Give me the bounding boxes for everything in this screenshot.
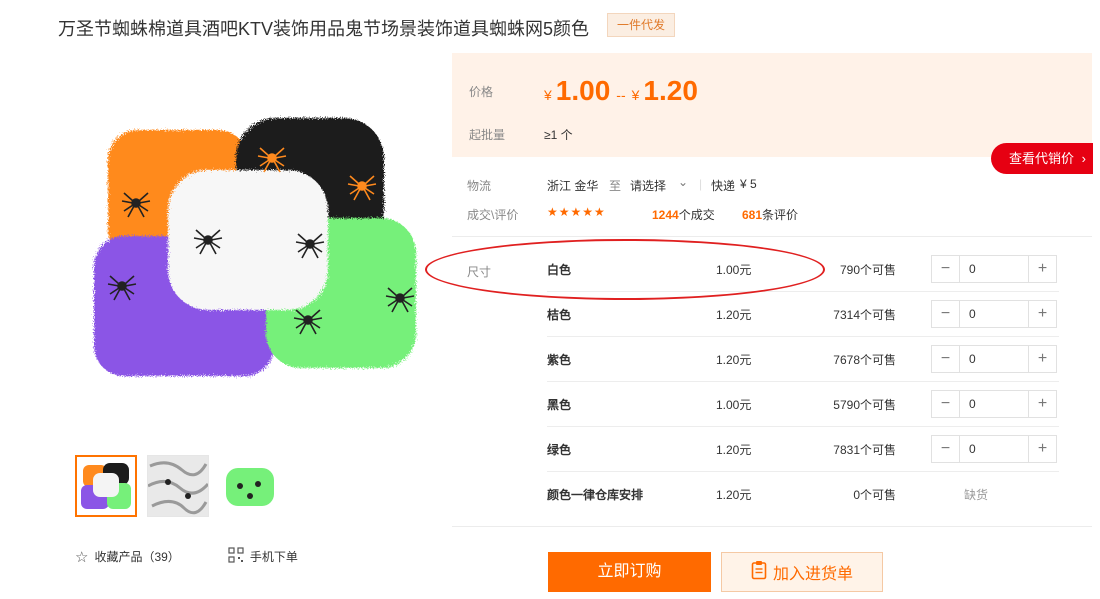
quantity-stepper: − 0 + — [931, 390, 1057, 418]
sku-stock: 7678个可售 — [833, 353, 896, 367]
sku-row: 绿色 1.20元 7831个可售 − 0 + — [547, 427, 1059, 472]
clipboard-icon — [751, 560, 767, 585]
express-fee: ¥ 5 — [740, 177, 757, 191]
quantity-input[interactable]: 0 — [959, 436, 1029, 462]
rating-stars: ★★★★★ — [547, 205, 606, 219]
agent-price-button[interactable]: 查看代销价 › — [991, 143, 1093, 174]
mobile-order-link[interactable]: 手机下单 — [228, 547, 298, 566]
sku-price: 1.20元 — [716, 353, 752, 367]
size-label: 尺寸 — [467, 265, 492, 279]
sku-price: 1.20元 — [716, 488, 752, 502]
sku-price: 1.20元 — [716, 443, 752, 457]
plus-button[interactable]: + — [1029, 301, 1056, 327]
chevron-down-icon[interactable]: ⌄ — [678, 175, 688, 189]
divider-line — [452, 236, 1092, 237]
minus-button[interactable]: − — [932, 256, 959, 282]
sku-name: 颜色一律仓库安排 — [547, 488, 644, 502]
add-to-cart-button[interactable]: 加入进货单 — [721, 552, 883, 592]
price-range: ¥ 1.00 -- ¥ 1.20 — [544, 75, 698, 107]
currency-symbol: ¥ — [544, 87, 552, 103]
sku-stock: 790个可售 — [839, 263, 896, 277]
sku-name: 桔色 — [547, 308, 572, 322]
sku-row: 黑色 1.00元 5790个可售 − 0 + — [547, 382, 1059, 427]
sku-price: 1.00元 — [716, 398, 752, 412]
price-label: 价格 — [469, 85, 494, 99]
sold-suffix: 个成交 — [678, 208, 715, 222]
sku-price: 1.00元 — [716, 263, 752, 277]
currency-symbol-2: ¥ — [631, 87, 640, 103]
quantity-stepper: − 0 + — [931, 345, 1057, 373]
qr-code-icon — [228, 547, 244, 566]
favorite-link[interactable]: ☆ 收藏产品（39） — [75, 548, 180, 566]
minus-button[interactable]: − — [932, 391, 959, 417]
minus-button[interactable]: − — [932, 301, 959, 327]
agent-price-label: 查看代销价 — [1009, 151, 1075, 166]
main-product-image[interactable] — [88, 108, 432, 388]
quantity-stepper: − 0 + — [931, 435, 1057, 463]
ship-to-word: 至 — [609, 179, 622, 193]
divider-line — [452, 526, 1092, 527]
sku-name: 紫色 — [547, 353, 572, 367]
quantity-stepper: − 0 + — [931, 255, 1057, 283]
review-stat[interactable]: 681条评价 — [742, 206, 798, 223]
mobile-order-label: 手机下单 — [249, 550, 298, 564]
sku-row: 颜色一律仓库安排 1.20元 0个可售 缺货 — [547, 472, 1059, 517]
quantity-input[interactable]: 0 — [959, 346, 1029, 372]
minus-button[interactable]: − — [932, 436, 959, 462]
sku-row: 紫色 1.20元 7678个可售 − 0 + — [547, 337, 1059, 382]
sku-row: 桔色 1.20元 7314个可售 − 0 + — [547, 292, 1059, 337]
sku-stock: 7831个可售 — [833, 443, 896, 457]
plus-button[interactable]: + — [1029, 346, 1056, 372]
sku-price: 1.20元 — [716, 308, 752, 322]
sku-name: 黑色 — [547, 398, 572, 412]
price-high: 1.20 — [643, 75, 698, 106]
plus-button[interactable]: + — [1029, 391, 1056, 417]
dropship-badge[interactable]: 一件代发 — [607, 13, 675, 37]
order-now-button[interactable]: 立即订购 — [548, 552, 711, 592]
thumbnail-1[interactable] — [75, 455, 137, 517]
plus-button[interactable]: + — [1029, 436, 1056, 462]
minus-button[interactable]: − — [932, 346, 959, 372]
thumbnail-3[interactable] — [219, 455, 281, 517]
out-of-stock-label: 缺货 — [964, 488, 989, 502]
sku-stock: 5790个可售 — [833, 398, 896, 412]
quantity-stepper: − 0 + — [931, 300, 1057, 328]
price-low: 1.00 — [555, 75, 611, 106]
review-suffix: 条评价 — [762, 208, 799, 222]
price-separator: -- — [616, 87, 626, 103]
ship-from: 浙江 金华 — [547, 179, 599, 193]
quantity-input[interactable]: 0 — [959, 301, 1029, 327]
sku-row: 白色 1.00元 790个可售 − 0 + — [547, 247, 1059, 292]
moq-label: 起批量 — [469, 128, 506, 142]
sku-name: 白色 — [547, 263, 572, 277]
sku-stock: 0个可售 — [853, 488, 896, 502]
thumbnail-2[interactable] — [147, 455, 209, 517]
sold-stat[interactable]: 1244个成交 — [652, 206, 715, 223]
plus-button[interactable]: + — [1029, 256, 1056, 282]
product-tools: ☆ 收藏产品（39） 手机下单 — [75, 547, 346, 566]
divider: | — [699, 177, 703, 191]
moq-value: ≥1 个 — [544, 128, 573, 142]
star-outline-icon: ☆ — [75, 548, 89, 566]
favorite-label: 收藏产品（39） — [94, 550, 180, 564]
logistics-label: 物流 — [467, 179, 492, 193]
sku-name: 绿色 — [547, 443, 572, 457]
chevron-right-icon: › — [1081, 151, 1086, 166]
add-to-cart-label: 加入进货单 — [772, 566, 853, 583]
quantity-input[interactable]: 0 — [959, 256, 1029, 282]
review-count: 681 — [742, 208, 763, 222]
destination-select[interactable]: 请选择 — [630, 177, 666, 194]
quantity-input[interactable]: 0 — [959, 391, 1029, 417]
sold-count: 1244 — [652, 208, 679, 222]
product-title: 万圣节蜘蛛棉道具酒吧KTV装饰用品鬼节场景装饰道具蜘蛛网5颜色 — [58, 19, 590, 39]
thumbnail-strip — [75, 455, 281, 517]
sku-stock: 7314个可售 — [833, 308, 896, 322]
price-panel: 价格 ¥ 1.00 -- ¥ 1.20 起批量 ≥1 个 — [452, 53, 1092, 157]
express-label: 快递 — [711, 179, 736, 193]
deals-label: 成交\评价 — [467, 208, 519, 222]
